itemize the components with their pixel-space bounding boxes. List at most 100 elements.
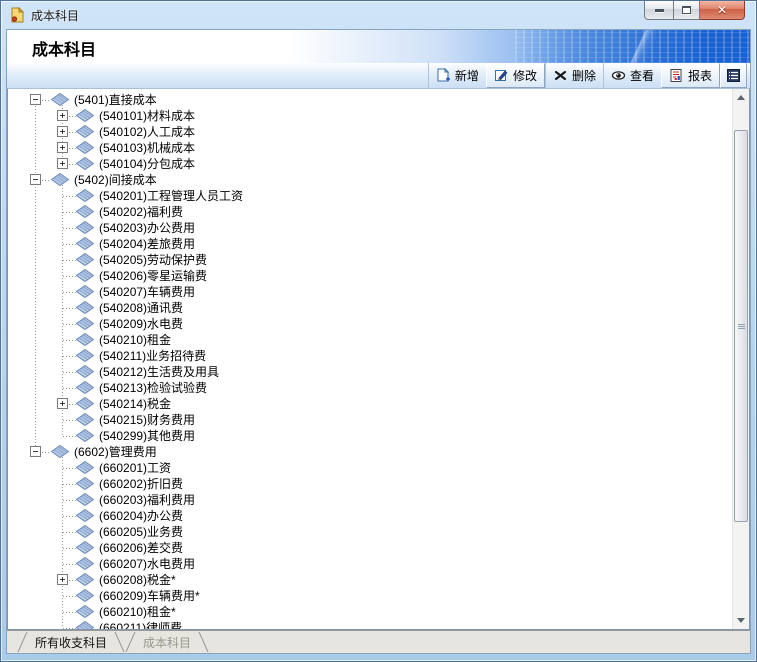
tree-item-label: (660210)租金* — [99, 604, 176, 620]
tab-label: 所有收支科目 — [35, 634, 107, 651]
tree-item-label: (540213)检验试验费 — [99, 380, 207, 396]
tree-expand-toggle[interactable] — [30, 94, 41, 105]
tree-item[interactable]: (540211)业务招待费 — [8, 348, 732, 364]
tree-expand-toggle[interactable] — [30, 174, 41, 185]
tree-item[interactable]: (660210)租金* — [8, 604, 732, 620]
scroll-up-button[interactable] — [733, 89, 749, 106]
vertical-scrollbar[interactable] — [732, 89, 749, 629]
tree-item-label: (660211)律师费 — [99, 620, 182, 629]
module-header: 成本科目 — [7, 30, 750, 63]
tree-expand-toggle[interactable] — [30, 446, 41, 457]
window-document-icon — [10, 7, 25, 23]
tree-item[interactable]: (660202)折旧费 — [8, 476, 732, 492]
accounts-tree: (5401)直接成本 (540101)材料成本 (540102)人工成本 (54… — [8, 89, 732, 629]
account-node-icon — [76, 541, 94, 554]
tree-item-label: (660205)业务费 — [99, 524, 183, 540]
sheet-tab-bar: 所有收支科目 成本科目 — [7, 630, 750, 653]
tree-item[interactable]: (540101)材料成本 — [8, 108, 732, 124]
tree-item[interactable]: (660207)水电费用 — [8, 556, 732, 572]
tree-item[interactable]: (660203)福利费用 — [8, 492, 732, 508]
tree-item[interactable]: (540212)生活费及用具 — [8, 364, 732, 380]
close-button[interactable]: ✕ — [700, 1, 745, 20]
tree-connector — [63, 548, 76, 549]
list-view-button[interactable] — [720, 63, 747, 88]
account-node-icon — [76, 573, 94, 586]
tree-item-label: (6602)管理费用 — [74, 444, 157, 460]
tree-item[interactable]: (660208)税金* — [8, 572, 732, 588]
tree-expand-toggle[interactable] — [57, 142, 68, 153]
scroll-down-button[interactable] — [733, 612, 749, 629]
tree-item[interactable]: (5402)间接成本 — [8, 172, 732, 188]
tree-item[interactable]: (540207)车辆费用 — [8, 284, 732, 300]
account-node-icon — [76, 557, 94, 570]
tree-connector — [63, 388, 76, 389]
account-node-icon — [76, 125, 94, 138]
tree-item[interactable]: (540299)其他费用 — [8, 428, 732, 444]
tab-cost-accounts[interactable]: 成本科目 — [125, 631, 209, 653]
tree-expand-toggle[interactable] — [57, 126, 68, 137]
tree-item-label: (540104)分包成本 — [99, 156, 195, 172]
tree-item[interactable]: (6602)管理费用 — [8, 444, 732, 460]
toolbar-button-label: 删除 — [572, 67, 596, 84]
tree-item[interactable]: (5401)直接成本 — [8, 92, 732, 108]
tree-item-label: (660202)折旧费 — [99, 476, 183, 492]
tree-item[interactable]: (540201)工程管理人员工资 — [8, 188, 732, 204]
account-node-icon — [76, 381, 94, 394]
tree-connector — [63, 196, 76, 197]
delete-button[interactable]: 删除 — [545, 63, 603, 88]
account-node-icon — [76, 205, 94, 218]
tree-expand-toggle[interactable] — [57, 158, 68, 169]
account-node-icon — [76, 525, 94, 538]
tree-item[interactable]: (540215)财务费用 — [8, 412, 732, 428]
tree-item[interactable]: (540104)分包成本 — [8, 156, 732, 172]
tree-item[interactable]: (660201)工资 — [8, 460, 732, 476]
tree-item[interactable]: (540209)水电费 — [8, 316, 732, 332]
view-button[interactable]: 查看 — [603, 63, 661, 88]
tree-item-label: (540208)通讯费 — [99, 300, 183, 316]
add-button[interactable]: 新增 — [428, 63, 486, 88]
tree-item[interactable]: (540206)零星运输费 — [8, 268, 732, 284]
tree-item-label: (540209)水电费 — [99, 316, 183, 332]
maximize-icon — [682, 6, 691, 14]
close-icon: ✕ — [717, 4, 727, 16]
tree-item-label: (5401)直接成本 — [74, 92, 157, 108]
tree-expand-toggle[interactable] — [57, 110, 68, 121]
minimize-button[interactable] — [644, 1, 673, 20]
tree-item[interactable]: (540213)检验试验费 — [8, 380, 732, 396]
toolbar-button-label: 报表 — [688, 67, 712, 84]
tree-item[interactable]: (660206)差交费 — [8, 540, 732, 556]
tree-item[interactable]: (540102)人工成本 — [8, 124, 732, 140]
tree-expand-toggle[interactable] — [57, 574, 68, 585]
tree-item[interactable]: (540210)租金 — [8, 332, 732, 348]
window-controls: ✕ — [644, 1, 745, 20]
tree-item-label: (660201)工资 — [99, 460, 171, 476]
account-node-icon — [76, 365, 94, 378]
list-view-icon — [726, 68, 741, 83]
account-node-icon — [76, 253, 94, 266]
tree-expand-toggle[interactable] — [57, 398, 68, 409]
tree-item[interactable]: (660204)办公费 — [8, 508, 732, 524]
tree-item[interactable]: (660211)律师费 — [8, 620, 732, 629]
tree-connector — [63, 228, 76, 229]
tree-item[interactable]: (540205)劳动保护费 — [8, 252, 732, 268]
edit-button[interactable]: 修改 — [486, 63, 545, 88]
tree-item[interactable]: (540202)福利费 — [8, 204, 732, 220]
window-titlebar[interactable]: 成本科目 ✕ — [1, 1, 756, 29]
tree-item[interactable]: (660209)车辆费用* — [8, 588, 732, 604]
tree-panel: (5401)直接成本 (540101)材料成本 (540102)人工成本 (54… — [7, 89, 750, 630]
tree-item-label: (540210)租金 — [99, 332, 171, 348]
report-button[interactable]: 报表 — [661, 63, 720, 88]
tree-item[interactable]: (540203)办公费用 — [8, 220, 732, 236]
tree-item[interactable]: (660205)业务费 — [8, 524, 732, 540]
account-node-icon — [51, 93, 69, 106]
scrollbar-thumb[interactable] — [734, 130, 748, 522]
tree-connector — [63, 500, 76, 501]
tab-all-accounts[interactable]: 所有收支科目 — [17, 631, 125, 653]
account-node-icon — [51, 445, 69, 458]
tree-item[interactable]: (540208)通讯费 — [8, 300, 732, 316]
maximize-button[interactable] — [673, 1, 700, 20]
tree-item[interactable]: (540103)机械成本 — [8, 140, 732, 156]
tree-item[interactable]: (540204)差旅费用 — [8, 236, 732, 252]
tree-item[interactable]: (540214)税金 — [8, 396, 732, 412]
tree-connector — [63, 340, 76, 341]
